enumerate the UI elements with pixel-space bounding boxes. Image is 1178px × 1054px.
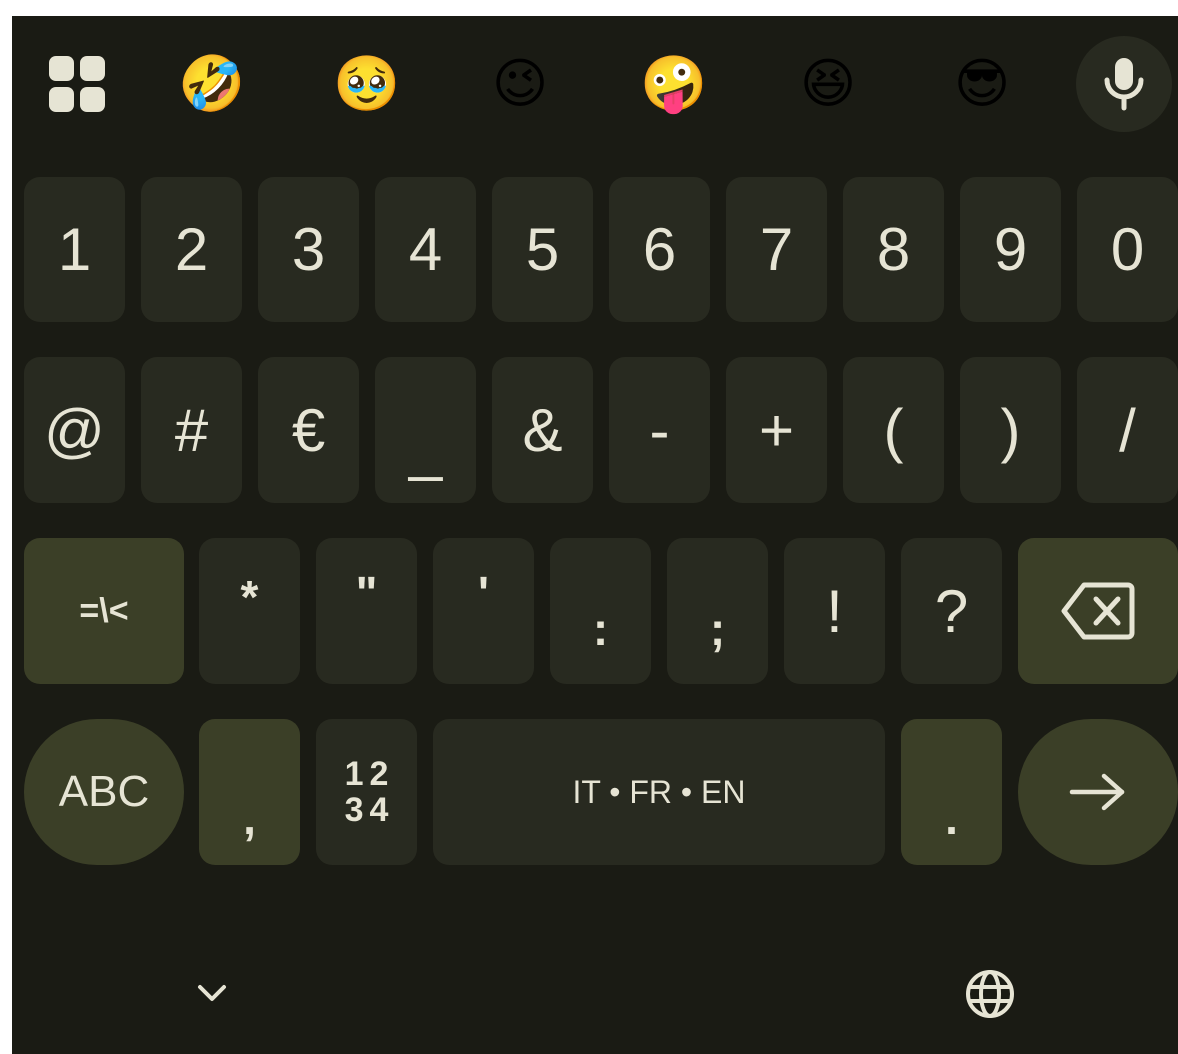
- key-semicolon[interactable]: ;: [667, 538, 768, 684]
- language-switch-button[interactable]: [962, 966, 1018, 1022]
- key-asterisk-label: *: [240, 571, 259, 623]
- hide-keyboard-button[interactable]: [190, 971, 234, 1015]
- key-0[interactable]: 0: [1077, 177, 1178, 322]
- key-double-quote-label: ": [355, 567, 378, 619]
- key-at[interactable]: @: [24, 357, 125, 503]
- emoji-suggestion[interactable]: 😉: [480, 44, 560, 124]
- key-7[interactable]: 7: [726, 177, 827, 322]
- key-1[interactable]: 1: [24, 177, 125, 322]
- more-symbols-key[interactable]: =\<: [24, 538, 184, 684]
- space-bar[interactable]: IT • FR • EN: [433, 719, 885, 865]
- emoji-suggestion[interactable]: 🤪: [634, 44, 714, 124]
- key-period[interactable]: .: [901, 719, 1002, 865]
- key-close-paren[interactable]: ): [960, 357, 1061, 503]
- key-underscore[interactable]: _: [375, 357, 476, 503]
- key-colon[interactable]: :: [550, 538, 651, 684]
- enter-key[interactable]: [1018, 719, 1178, 865]
- voice-input-button[interactable]: [1076, 36, 1172, 132]
- backspace-key[interactable]: [1018, 538, 1178, 684]
- arrow-right-icon: [1069, 773, 1125, 811]
- key-exclamation[interactable]: !: [784, 538, 885, 684]
- emoji-suggestion[interactable]: 😎: [942, 44, 1022, 124]
- key-3[interactable]: 3: [258, 177, 359, 322]
- key-semicolon-label: ;: [709, 603, 726, 655]
- key-underscore-label: _: [408, 414, 443, 482]
- key-2[interactable]: 2: [141, 177, 242, 322]
- key-euro[interactable]: €: [258, 357, 359, 503]
- key-ampersand[interactable]: &: [492, 357, 593, 503]
- microphone-icon: [1104, 58, 1144, 111]
- key-comma[interactable]: ,: [199, 719, 300, 865]
- emoji-suggestion[interactable]: 🥹: [327, 44, 407, 124]
- numpad-label-bottom: 34: [344, 791, 395, 829]
- key-slash[interactable]: /: [1077, 357, 1178, 503]
- key-apostrophe[interactable]: ': [433, 538, 534, 684]
- key-colon-label: :: [592, 603, 609, 655]
- key-6[interactable]: 6: [609, 177, 710, 322]
- backspace-icon: [1061, 582, 1135, 640]
- emoji-suggestion[interactable]: 😆: [788, 44, 868, 124]
- key-apostrophe-label: ': [478, 567, 489, 619]
- numpad-key[interactable]: 12 34: [316, 719, 417, 865]
- globe-icon: [966, 970, 1014, 1018]
- key-double-quote[interactable]: ": [316, 538, 417, 684]
- key-open-paren[interactable]: (: [843, 357, 944, 503]
- key-asterisk[interactable]: *: [199, 538, 300, 684]
- abc-key[interactable]: ABC: [24, 719, 184, 865]
- key-8[interactable]: 8: [843, 177, 944, 322]
- emoji-suggestion[interactable]: 🤣: [172, 44, 252, 124]
- key-plus[interactable]: +: [726, 357, 827, 503]
- key-minus[interactable]: -: [609, 357, 710, 503]
- key-hash[interactable]: #: [141, 357, 242, 503]
- key-4[interactable]: 4: [375, 177, 476, 322]
- chevron-down-icon: [198, 985, 226, 1001]
- key-5[interactable]: 5: [492, 177, 593, 322]
- numpad-label-top: 12: [344, 755, 395, 793]
- key-comma-label: ,: [243, 792, 256, 844]
- key-period-label: .: [945, 792, 958, 844]
- key-9[interactable]: 9: [960, 177, 1061, 322]
- key-question[interactable]: ?: [901, 538, 1002, 684]
- keyboard: 🤣 🥹 😉 🤪 😆 😎 1 2 3 4 5 6 7 8 9 0 @ # € _ …: [12, 16, 1178, 1054]
- apps-grid-icon[interactable]: [49, 56, 105, 112]
